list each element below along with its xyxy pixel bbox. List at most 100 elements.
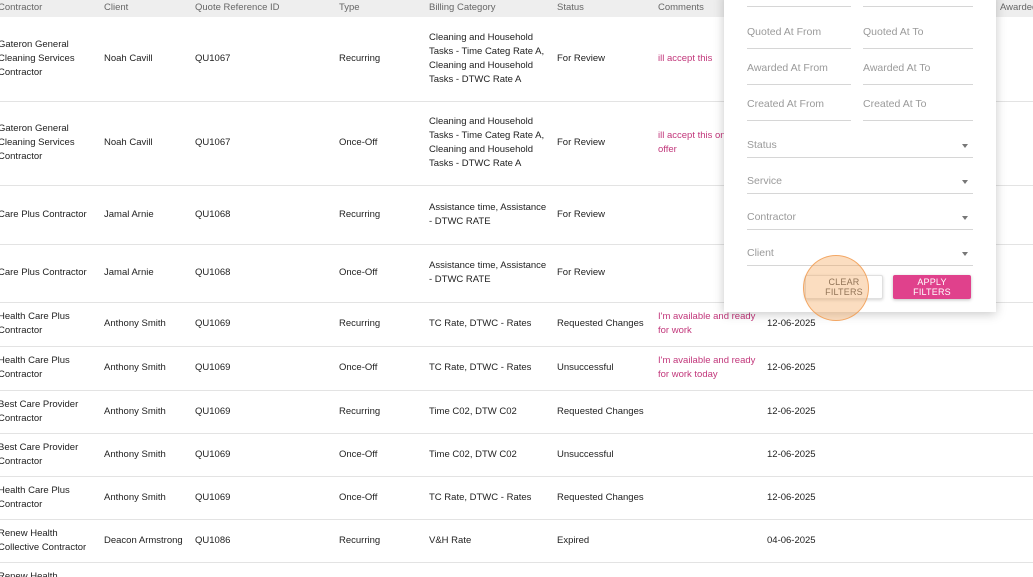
cell-status: Requested Changes: [555, 302, 656, 347]
cell-comment: [656, 433, 765, 477]
cell-status: Expired: [555, 519, 656, 563]
column-header-awarded-date[interactable]: Awarded D: [998, 0, 1033, 17]
cell-extra: [998, 476, 1033, 520]
awarded-at-to-input[interactable]: [863, 62, 973, 74]
column-header-quote-reference-id[interactable]: Quote Reference ID: [193, 0, 337, 17]
cell-status: Requested Changes: [555, 476, 656, 520]
cell-status: For Review: [555, 185, 656, 245]
cell-billing-category: TC Rate, DTWC - Rates: [427, 476, 555, 520]
table-row[interactable]: Health Care Plus Contractor Anthony Smit…: [0, 476, 1033, 520]
cell-status: Requested Changes: [555, 390, 656, 434]
cell-comment: I'm available and ready for work today: [656, 346, 765, 391]
cell-contractor: Health Care Plus Contractor: [0, 302, 102, 347]
cell-extra: [998, 17, 1033, 102]
cell-status: [555, 562, 656, 577]
cell-type: Once-Off: [337, 101, 427, 186]
cell-extra: [998, 433, 1033, 477]
cell-extra: [998, 101, 1033, 186]
cell-contractor: Best Care Provider Contractor: [0, 433, 102, 477]
column-header-client[interactable]: Client: [102, 0, 193, 17]
table-row[interactable]: Renew Health Collective Contractor Deaco…: [0, 519, 1033, 563]
contractor-select[interactable]: Contractor: [747, 202, 973, 230]
cell-status: For Review: [555, 244, 656, 303]
cell-type: Recurring: [337, 185, 427, 245]
cell-comment: [656, 519, 765, 563]
cell-extra: [998, 244, 1033, 303]
due-date-to-field[interactable]: [863, 0, 973, 7]
table-row[interactable]: Best Care Provider Contractor Anthony Sm…: [0, 433, 1033, 477]
table-row[interactable]: Renew Health: [0, 562, 1033, 577]
awarded-at-from-field[interactable]: [747, 56, 851, 85]
column-header-billing-category[interactable]: Billing Category: [427, 0, 555, 17]
cell-billing-category: Assistance time, Assistance - DTWC RATE: [427, 244, 555, 303]
cell-type: Once-Off: [337, 476, 427, 520]
created-at-from-input[interactable]: [747, 98, 851, 110]
cell-client: [102, 562, 193, 577]
quoted-at-from-input[interactable]: [747, 26, 851, 38]
cell-billing-category: Time C02, DTW C02: [427, 390, 555, 434]
cell-extra: [998, 562, 1033, 577]
awarded-at-from-input[interactable]: [747, 62, 851, 74]
due-date-from-field[interactable]: [747, 0, 851, 7]
chevron-down-icon: [962, 252, 968, 256]
cell-date: 04-06-2025: [765, 519, 998, 563]
cell-quote-ref: [193, 562, 337, 577]
cell-quote-ref: QU1067: [193, 17, 337, 102]
contractor-select-label: Contractor: [747, 211, 797, 223]
cell-type: Once-Off: [337, 244, 427, 303]
cell-type: Once-Off: [337, 346, 427, 391]
created-at-from-field[interactable]: [747, 92, 851, 121]
cell-quote-ref: QU1069: [193, 390, 337, 434]
cell-contractor: Gateron General Cleaning Services Contra…: [0, 101, 102, 186]
column-header-status[interactable]: Status: [555, 0, 656, 17]
quoted-at-to-field[interactable]: [863, 20, 973, 49]
clear-filters-button[interactable]: CLEAR FILTERS: [805, 275, 883, 299]
awarded-at-to-field[interactable]: [863, 56, 973, 85]
created-at-to-input[interactable]: [863, 98, 973, 110]
cell-type: Once-Off: [337, 433, 427, 477]
cell-quote-ref: QU1069: [193, 302, 337, 347]
cell-contractor: Renew Health Collective Contractor: [0, 519, 102, 563]
cell-status: For Review: [555, 17, 656, 102]
cell-extra: [998, 519, 1033, 563]
quoted-at-to-input[interactable]: [863, 26, 973, 38]
cell-extra: [998, 302, 1033, 347]
service-select[interactable]: Service: [747, 166, 973, 194]
cell-quote-ref: QU1069: [193, 433, 337, 477]
cell-type: Recurring: [337, 390, 427, 434]
cell-client: Jamal Arnie: [102, 244, 193, 303]
cell-type: Recurring: [337, 17, 427, 102]
quoted-at-from-field[interactable]: [747, 20, 851, 49]
created-at-to-field[interactable]: [863, 92, 973, 121]
cell-comment: [656, 476, 765, 520]
cell-client: Anthony Smith: [102, 433, 193, 477]
client-select-label: Client: [747, 247, 774, 259]
cell-contractor: Care Plus Contractor: [0, 185, 102, 245]
cell-quote-ref: QU1068: [193, 244, 337, 303]
column-header-type[interactable]: Type: [337, 0, 427, 17]
column-header-contractor[interactable]: Contractor: [0, 0, 102, 17]
cell-billing-category: Assistance time, Assistance - DTWC RATE: [427, 185, 555, 245]
cell-billing-category: Time C02, DTW C02: [427, 433, 555, 477]
service-select-label: Service: [747, 175, 783, 187]
cell-contractor: Health Care Plus Contractor: [0, 476, 102, 520]
cell-billing-category: Cleaning and Household Tasks - Time Cate…: [427, 17, 555, 102]
table-row[interactable]: Best Care Provider Contractor Anthony Sm…: [0, 390, 1033, 434]
cell-date: 12-06-2025: [765, 390, 998, 434]
client-select[interactable]: Client: [747, 238, 973, 266]
cell-date: 12-06-2025: [765, 346, 998, 391]
cell-comment: [656, 562, 765, 577]
cell-status: For Review: [555, 101, 656, 186]
cell-type: Recurring: [337, 302, 427, 347]
apply-filters-button[interactable]: APPLY FILTERS: [893, 275, 971, 299]
cell-date: 12-06-2025: [765, 476, 998, 520]
cell-quote-ref: QU1069: [193, 476, 337, 520]
cell-status: Unsuccessful: [555, 346, 656, 391]
table-row[interactable]: Health Care Plus Contractor Anthony Smit…: [0, 346, 1033, 391]
cell-contractor: Best Care Provider Contractor: [0, 390, 102, 434]
cell-extra: [998, 185, 1033, 245]
cell-type: Recurring: [337, 519, 427, 563]
chevron-down-icon: [962, 180, 968, 184]
status-select[interactable]: Status: [747, 130, 973, 158]
cell-extra: [998, 346, 1033, 391]
